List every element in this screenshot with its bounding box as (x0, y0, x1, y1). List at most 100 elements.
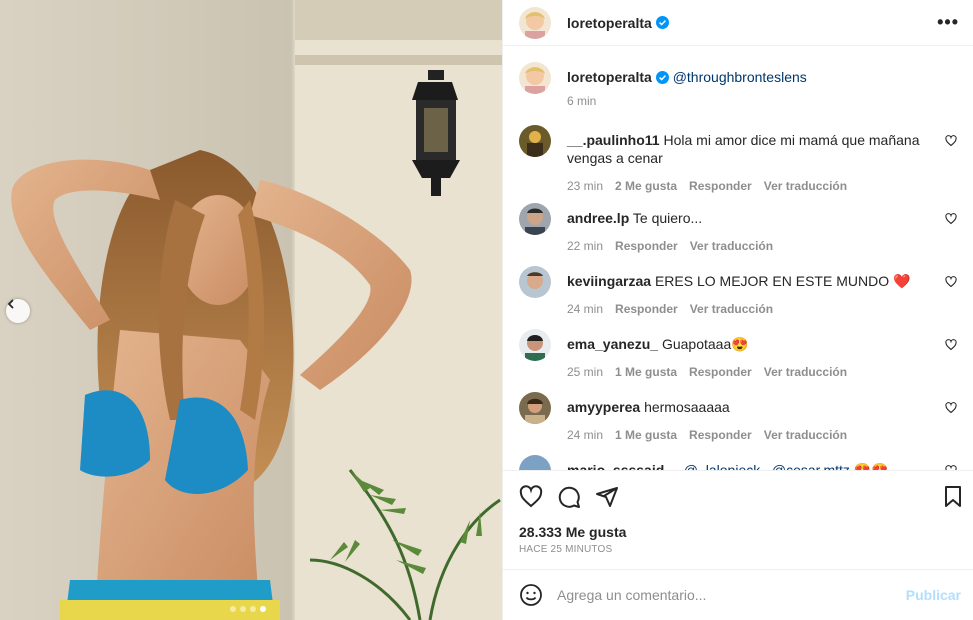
comment-username[interactable]: ema_yanezu_ (567, 336, 658, 352)
avatar-image (519, 455, 551, 470)
comment-item: amyyperea hermosaaaaa 24 min 1 Me gusta … (519, 392, 957, 455)
post-timestamp: HACE 25 MINUTOS (519, 544, 613, 555)
comment-input[interactable] (557, 587, 906, 603)
comment-item: __.paulinho11 Hola mi amor dice mi mamá … (519, 125, 957, 203)
chevron-left-icon (7, 299, 14, 309)
post-detail-panel: loretoperalta ••• loretoperalta @through… (502, 0, 973, 620)
comment-text: Guapotaaa😍 (661, 336, 749, 352)
see-translation-button[interactable]: Ver traducción (764, 365, 847, 379)
reply-button[interactable]: Responder (689, 365, 752, 379)
verified-badge-icon (655, 16, 669, 29)
commenter-avatar[interactable] (519, 266, 551, 298)
avatar-image (519, 329, 551, 361)
comment-likes[interactable]: 2 Me gusta (615, 179, 677, 193)
carousel-dot (240, 606, 246, 612)
author-avatar[interactable] (519, 6, 551, 39)
comment-icon (558, 486, 580, 508)
carousel-dot (230, 606, 236, 612)
see-translation-button[interactable]: Ver traducción (764, 179, 847, 193)
comment-meta: 22 min Responder Ver traducción (567, 239, 927, 253)
avatar-image (519, 266, 551, 298)
caption-author[interactable]: loretoperalta (567, 69, 652, 85)
caption-text-line: loretoperalta @throughbronteslens (567, 68, 927, 86)
save-button[interactable] (941, 485, 965, 509)
like-comment-heart-icon[interactable] (945, 135, 957, 147)
publish-button[interactable]: Publicar (906, 587, 961, 603)
comment-time: 22 min (567, 239, 604, 253)
avatar-image (519, 6, 551, 39)
commenter-avatar[interactable] (519, 455, 551, 470)
comment-item: keviingarzaa ERES LO MEJOR EN ESTE MUNDO… (519, 266, 957, 329)
commenter-avatar[interactable] (519, 203, 551, 235)
commenter-avatar[interactable] (519, 329, 551, 361)
previous-photo-button[interactable] (6, 299, 30, 323)
comment-time: 25 min (567, 365, 604, 379)
likes-count[interactable]: 28.333 Me gusta (503, 524, 973, 540)
reply-button[interactable]: Responder (615, 302, 678, 316)
comment-username[interactable]: keviingarzaa (567, 273, 651, 289)
comment-text-line: mario_ssssaid__ @_lalopieck_ @cesar.mttz… (567, 461, 927, 470)
comment-text: ERES LO MEJOR EN ESTE MUNDO ❤️ (654, 273, 911, 289)
carousel-dot (250, 606, 256, 612)
bookmark-icon (945, 485, 961, 507)
caption-body: loretoperalta @throughbronteslens 6 min (567, 62, 957, 108)
comment-username[interactable]: __.paulinho11 (567, 132, 660, 148)
caption-mention[interactable]: @throughbronteslens (673, 69, 807, 85)
commenter-avatar[interactable] (519, 125, 551, 157)
emoji-icon (520, 584, 542, 606)
comment-meta: 24 min Responder Ver traducción (567, 302, 927, 316)
see-translation-button[interactable]: Ver traducción (690, 302, 773, 316)
reply-button[interactable]: Responder (689, 179, 752, 193)
like-button[interactable] (519, 484, 543, 509)
comments-list[interactable]: loretoperalta @throughbronteslens 6 min (503, 46, 973, 470)
like-comment-heart-icon[interactable] (945, 276, 957, 288)
comment-username[interactable]: mario_ssssaid__ (567, 462, 680, 470)
comment-text: Te quiero... (632, 210, 703, 226)
comment-button[interactable] (557, 485, 581, 509)
comment-text-line: andree.lp Te quiero... (567, 209, 927, 227)
carousel-indicator (230, 606, 266, 612)
avatar-image (519, 125, 551, 157)
see-translation-button[interactable]: Ver traducción (764, 428, 847, 442)
comment-text: hermosaaaaa (644, 399, 730, 415)
caption-time: 6 min (567, 94, 597, 108)
reply-button[interactable]: Responder (615, 239, 678, 253)
commenter-avatar[interactable] (519, 392, 551, 424)
author-avatar[interactable] (519, 62, 551, 94)
author-username[interactable]: loretoperalta (567, 15, 652, 31)
like-comment-heart-icon[interactable] (945, 213, 957, 225)
caption-meta: 6 min (567, 94, 927, 108)
share-button[interactable] (595, 485, 619, 509)
comment-time: 24 min (567, 302, 604, 316)
add-comment-bar: Publicar (503, 569, 973, 620)
like-comment-heart-icon[interactable] (945, 465, 957, 470)
comment-body: amyyperea hermosaaaaa 24 min 1 Me gusta … (567, 392, 957, 442)
send-icon (596, 486, 618, 507)
see-translation-button[interactable]: Ver traducción (690, 239, 773, 253)
post-photo[interactable] (0, 0, 502, 620)
emoji-button[interactable] (519, 583, 543, 607)
reply-button[interactable]: Responder (689, 428, 752, 442)
more-options-button[interactable]: ••• (937, 12, 959, 33)
comment-body: __.paulinho11 Hola mi amor dice mi mamá … (567, 125, 957, 193)
comment-item: andree.lp Te quiero... 22 min Responder … (519, 203, 957, 266)
comment-likes[interactable]: 1 Me gusta (615, 365, 677, 379)
comment-likes[interactable]: 1 Me gusta (615, 428, 677, 442)
comment-body: ema_yanezu_ Guapotaaa😍 25 min 1 Me gusta… (567, 329, 957, 379)
photo-illustration (0, 0, 502, 620)
post-header: loretoperalta ••• (503, 0, 973, 46)
comment-item: mario_ssssaid__ @_lalopieck_ @cesar.mttz… (519, 455, 957, 470)
comment-username[interactable]: andree.lp (567, 210, 629, 226)
comment-text: @_lalopieck_ @cesar.mttz 😍😍 (683, 462, 889, 470)
avatar-image (519, 203, 551, 235)
comment-text-line: ema_yanezu_ Guapotaaa😍 (567, 335, 927, 353)
comment-meta: 25 min 1 Me gusta Responder Ver traducci… (567, 365, 927, 379)
post-actions-bar (503, 470, 973, 522)
like-comment-heart-icon[interactable] (945, 402, 957, 414)
comment-body: andree.lp Te quiero... 22 min Responder … (567, 203, 957, 253)
like-comment-heart-icon[interactable] (945, 339, 957, 351)
carousel-dot-active (260, 606, 266, 612)
comment-body: keviingarzaa ERES LO MEJOR EN ESTE MUNDO… (567, 266, 957, 316)
comment-text-line: amyyperea hermosaaaaa (567, 398, 927, 416)
comment-username[interactable]: amyyperea (567, 399, 640, 415)
